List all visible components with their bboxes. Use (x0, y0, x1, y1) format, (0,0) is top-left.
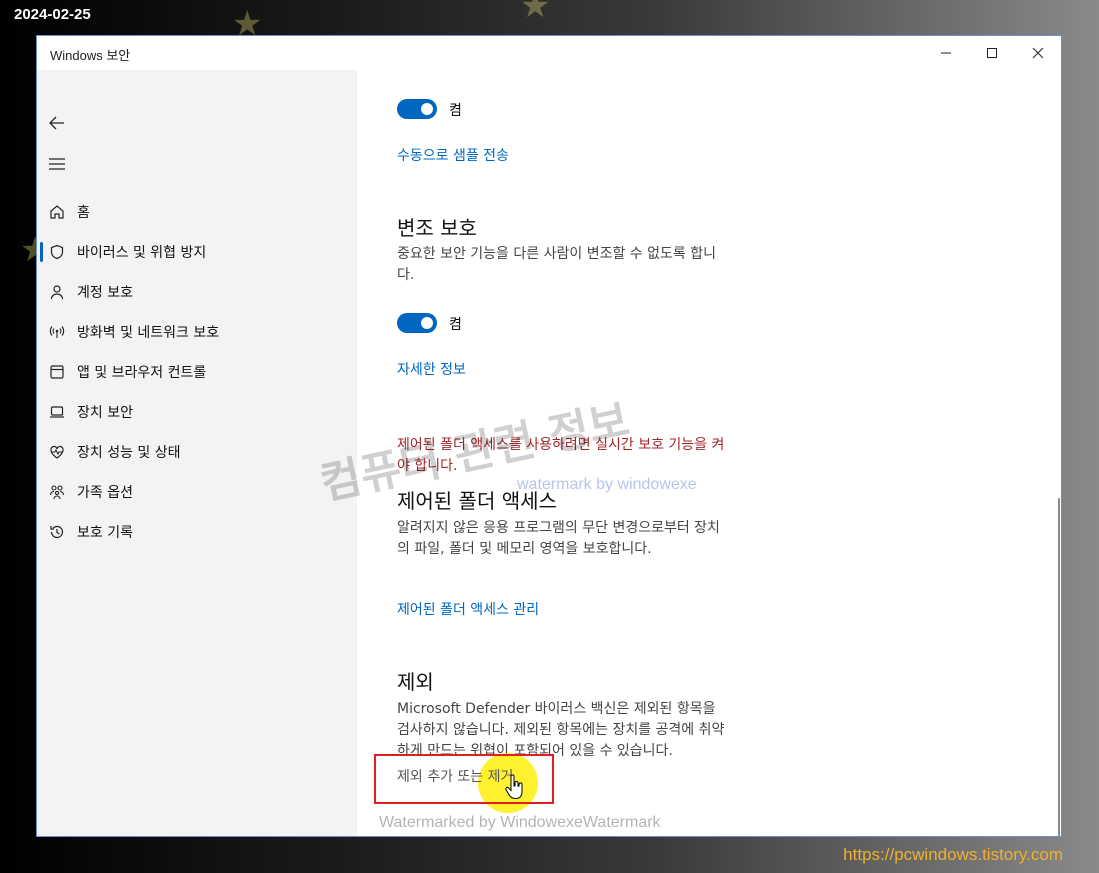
close-icon (1032, 47, 1044, 59)
family-icon (47, 482, 67, 502)
sidebar-item-label: 장치 보안 (77, 405, 133, 421)
heart-icon (47, 442, 67, 462)
maximize-button[interactable] (969, 36, 1015, 70)
sidebar-item-protection-history[interactable]: 보호 기록 (37, 512, 357, 552)
laptop-icon (47, 402, 67, 422)
blog-url: https://pcwindows.tistory.com (843, 845, 1063, 864)
exclusions-desc: Microsoft Defender 바이러스 백신은 제외된 항목을 검사하지… (397, 701, 725, 759)
sidebar-item-account-protection[interactable]: 계정 보호 (37, 272, 357, 312)
hand-cursor-icon (505, 774, 523, 800)
sidebar-item-app-browser[interactable]: 앱 및 브라우저 컨트롤 (37, 352, 357, 392)
sidebar-item-label: 방화벽 및 네트워크 보호 (77, 325, 220, 341)
star-decoration: ★ (520, 0, 551, 26)
tamper-protection-toggle[interactable] (397, 313, 437, 333)
history-icon (47, 522, 67, 542)
cfa-warning-text: 제어된 폴더 액세스를 사용하려면 실시간 보호 기능을 켜야 합니다. (397, 437, 725, 474)
cfa-desc: 알려지지 않은 응용 프로그램의 무단 변경으로부터 장치의 파일, 폴더 및 … (397, 520, 720, 557)
highlight-box (374, 754, 554, 804)
back-arrow-icon (49, 116, 64, 130)
sample-submission-toggle[interactable] (397, 99, 437, 119)
sidebar-item-label: 홈 (77, 205, 90, 221)
minimize-icon (941, 52, 951, 54)
exclusions-title: 제외 (397, 670, 434, 694)
sidebar-item-label: 바이러스 및 위협 방지 (77, 245, 207, 261)
sidebar-item-device-security[interactable]: 장치 보안 (37, 392, 357, 432)
back-button[interactable] (47, 113, 67, 133)
tamper-protection-desc: 중요한 보안 기능을 다른 사람이 변조할 수 없도록 합니다. (397, 246, 716, 283)
home-icon (47, 202, 67, 222)
sidebar-item-family[interactable]: 가족 옵션 (37, 472, 357, 512)
sidebar-item-label: 계정 보호 (77, 285, 133, 301)
cfa-title: 제어된 폴더 액세스 (397, 489, 557, 513)
sidebar-item-device-health[interactable]: 장치 성능 및 상태 (37, 432, 357, 472)
sidebar-item-label: 설정 (77, 834, 103, 836)
tamper-more-info-link[interactable]: 자세한 정보 (397, 359, 466, 379)
maximize-icon (987, 48, 997, 58)
sidebar-item-label: 장치 성능 및 상태 (77, 445, 181, 461)
toggle-state-label: 켬 (449, 317, 462, 333)
shield-icon (47, 242, 67, 262)
watermark-text: Watermarked by WindowexeWatermark (379, 814, 661, 831)
title-bar: Windows 보안 (37, 36, 1061, 70)
manage-cfa-link[interactable]: 제어된 폴더 액세스 관리 (397, 599, 539, 619)
hamburger-icon (49, 158, 65, 170)
manual-sample-link[interactable]: 수동으로 샘플 전송 (397, 145, 509, 165)
wifi-antenna-icon (47, 322, 67, 342)
sidebar-item-label: 가족 옵션 (77, 485, 133, 501)
menu-button[interactable] (47, 154, 67, 174)
windows-security-window: Windows 보안 홈 바이러스 및 위협 방지 계정 보호 방화벽 및 네트… (36, 35, 1062, 837)
tamper-protection-title: 변조 보호 (397, 216, 477, 240)
gear-icon (47, 834, 67, 836)
sidebar-item-firewall[interactable]: 방화벽 및 네트워크 보호 (37, 312, 357, 352)
minimize-button[interactable] (923, 36, 969, 70)
sidebar-item-label: 앱 및 브라우저 컨트롤 (77, 365, 207, 381)
capture-date: 2024-02-25 (14, 6, 91, 23)
close-button[interactable] (1015, 36, 1061, 70)
sidebar-item-settings[interactable]: 설정 (37, 824, 357, 836)
main-content: 켬 수동으로 샘플 전송 변조 보호 중요한 보안 기능을 다른 사람이 변조할… (357, 70, 1061, 836)
person-icon (47, 282, 67, 302)
sidebar-item-virus-protection[interactable]: 바이러스 및 위협 방지 (37, 232, 357, 272)
sidebar-item-label: 보호 기록 (77, 525, 133, 541)
app-window-icon (47, 362, 67, 382)
sidebar-item-home[interactable]: 홈 (37, 192, 357, 232)
sidebar: 홈 바이러스 및 위협 방지 계정 보호 방화벽 및 네트워크 보호 앱 및 브… (37, 70, 357, 836)
window-title: Windows 보안 (50, 48, 131, 63)
toggle-state-label: 켬 (449, 103, 462, 119)
content-scrollbar[interactable] (1058, 498, 1060, 836)
